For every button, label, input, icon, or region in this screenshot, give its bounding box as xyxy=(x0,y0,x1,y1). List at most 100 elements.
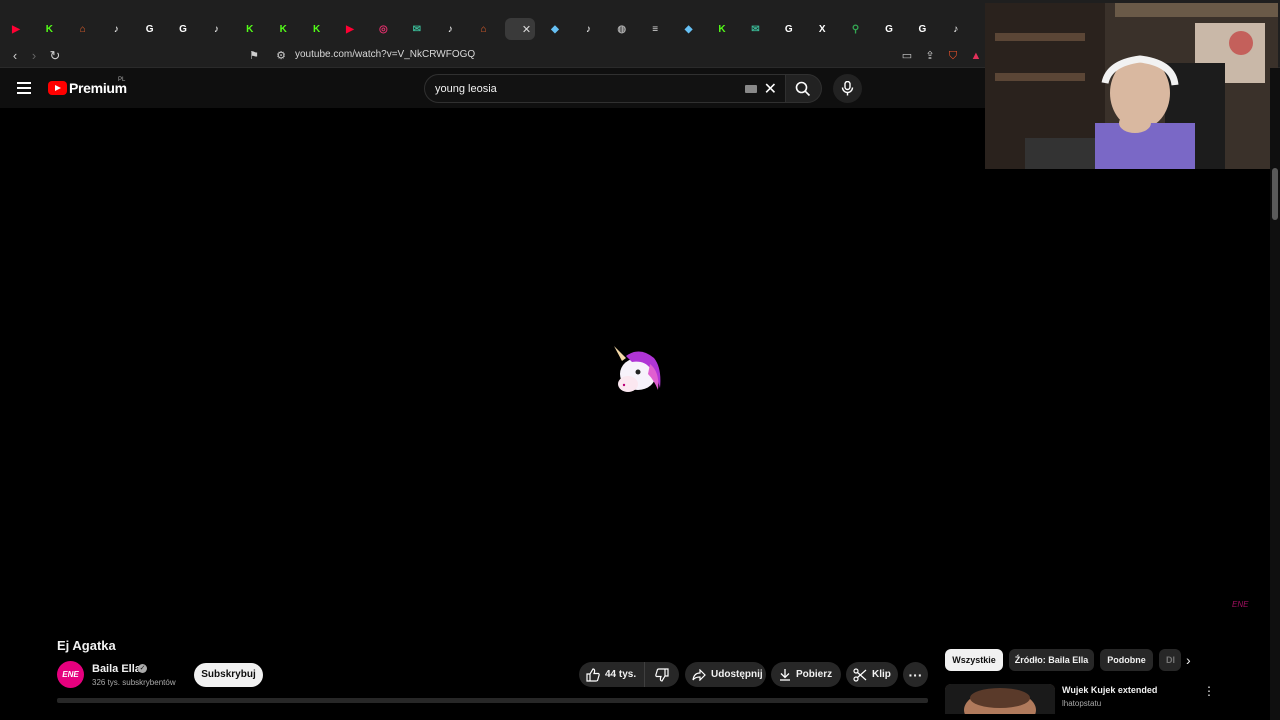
browser-tab[interactable]: K xyxy=(37,18,61,40)
like-count: 44 tys. xyxy=(605,669,637,680)
search-input[interactable]: young leosia xyxy=(435,83,497,95)
clear-search-icon[interactable]: ✕ xyxy=(764,79,777,99)
browser-tab[interactable]: ♪ xyxy=(104,18,128,40)
browser-tab[interactable]: K xyxy=(710,18,734,40)
steam-icon: ◆ xyxy=(684,23,693,35)
browser-tab[interactable]: ▶ xyxy=(338,18,362,40)
browser-tab[interactable]: ♪ xyxy=(944,18,968,40)
page-scrollbar[interactable] xyxy=(1270,68,1280,720)
browser-tab[interactable]: X xyxy=(810,18,834,40)
share-button[interactable]: Udostępnij xyxy=(685,662,766,687)
chip-all[interactable]: Wszystkie xyxy=(945,649,1003,671)
bookmark-icon[interactable]: ⚑ xyxy=(247,49,261,63)
browser-tab[interactable]: ▶ xyxy=(4,18,28,40)
channel-name[interactable]: Baila Ella xyxy=(92,663,141,675)
browser-tab[interactable]: ✉ xyxy=(405,18,429,40)
subscribe-button[interactable]: Subskrybuj xyxy=(194,663,263,687)
recommendation-thumbnail[interactable] xyxy=(945,684,1055,714)
browser-tab[interactable]: ✕ xyxy=(505,18,535,40)
search-button[interactable] xyxy=(786,74,822,103)
thumbs-down-icon xyxy=(655,667,669,682)
browser-tab[interactable]: G xyxy=(910,18,934,40)
kick-icon: K xyxy=(718,23,726,35)
site-settings-icon[interactable]: ⚙ xyxy=(274,49,288,63)
chip-related[interactable]: Podobne xyxy=(1100,649,1153,671)
google-icon: G xyxy=(179,23,187,35)
clip-label: Klip xyxy=(872,669,891,680)
browser-tab[interactable]: G xyxy=(171,18,195,40)
steam-icon: ◆ xyxy=(551,23,559,35)
youtube-icon: ▶ xyxy=(346,23,354,35)
like-button[interactable]: 44 tys. xyxy=(579,662,645,687)
browser-tab[interactable]: K xyxy=(305,18,329,40)
home-icon: ⌂ xyxy=(79,23,86,35)
browser-tab[interactable]: G xyxy=(138,18,162,40)
browser-tab[interactable]: ✉ xyxy=(743,18,767,40)
clip-button[interactable]: Klip xyxy=(846,662,898,687)
recommendation-title[interactable]: Wujek Kujek extended xyxy=(1062,685,1157,695)
instagram-icon: ◎ xyxy=(379,23,388,35)
tiktok-icon: ♪ xyxy=(585,23,591,35)
chip-more[interactable]: Dl xyxy=(1159,649,1181,671)
browser-tab[interactable]: ⌂ xyxy=(472,18,496,40)
browser-tab[interactable]: ♪ xyxy=(576,18,600,40)
browser-tab[interactable]: K xyxy=(238,18,262,40)
browser-tab[interactable]: ◆ xyxy=(677,18,701,40)
database-icon: ≡ xyxy=(652,23,659,35)
google-icon: G xyxy=(784,23,793,35)
chevron-right-icon[interactable]: › xyxy=(1186,652,1191,668)
chat-icon: ✉ xyxy=(751,23,760,35)
youtube-logo-icon[interactable] xyxy=(48,81,67,95)
rewards-icon[interactable]: ▲ xyxy=(969,49,983,63)
download-button[interactable]: Pobierz xyxy=(771,662,841,687)
search-box[interactable]: young leosia ✕ xyxy=(424,74,786,103)
channel-avatar[interactable]: ENE xyxy=(57,661,84,688)
cast-icon[interactable]: ▭ xyxy=(900,49,914,63)
microphone-icon xyxy=(841,81,854,96)
scissors-icon xyxy=(853,667,867,682)
more-actions-button[interactable]: ··· xyxy=(903,662,928,687)
kick-icon: K xyxy=(246,23,254,35)
keyboard-icon[interactable] xyxy=(745,85,757,93)
more-vert-icon[interactable]: ⋮ xyxy=(1203,684,1215,698)
streamer-webcam-image xyxy=(985,3,1278,169)
home-icon: ⌂ xyxy=(480,23,487,35)
browser-tab[interactable]: G xyxy=(877,18,901,40)
brave-shield-icon[interactable]: ⛉ xyxy=(946,49,960,63)
back-icon[interactable]: ‹ xyxy=(7,48,23,64)
video-title: Ej Agatka xyxy=(57,638,116,653)
menu-icon[interactable] xyxy=(17,82,31,94)
browser-tab[interactable]: ◆ xyxy=(543,18,567,40)
tiktok-icon: ♪ xyxy=(213,23,219,35)
thumbs-up-icon xyxy=(586,667,600,682)
scrollbar-thumb[interactable] xyxy=(1272,168,1278,220)
unicorn-icon xyxy=(614,346,661,392)
browser-tab[interactable]: ◎ xyxy=(371,18,395,40)
browser-tab[interactable]: ◍ xyxy=(610,18,634,40)
browser-tab[interactable]: G xyxy=(777,18,801,40)
chip-source-channel[interactable]: Źródło: Baila Ella xyxy=(1009,649,1094,671)
tiktok-icon: ♪ xyxy=(113,23,119,35)
google-icon: G xyxy=(145,23,154,35)
dislike-button[interactable] xyxy=(645,662,679,687)
share-icon[interactable]: ⇪ xyxy=(923,49,937,63)
kick-icon: K xyxy=(279,23,287,35)
google-icon: G xyxy=(918,23,927,35)
reload-icon[interactable]: ↻ xyxy=(47,48,63,64)
browser-tab[interactable]: ⌂ xyxy=(71,18,95,40)
video-player[interactable]: ENE xyxy=(0,108,1270,630)
browser-tab[interactable]: ⚲ xyxy=(844,18,868,40)
webcam-overlay xyxy=(985,3,1278,169)
browser-tab[interactable]: K xyxy=(271,18,295,40)
close-icon[interactable]: ✕ xyxy=(522,23,531,36)
browser-tab[interactable]: ≡ xyxy=(643,18,667,40)
download-icon xyxy=(780,669,790,681)
google-icon: G xyxy=(885,23,893,35)
url-field[interactable]: youtube.com/watch?v=V_NkCRWFOGQ xyxy=(295,49,475,60)
active-tab-icon xyxy=(509,24,520,35)
browser-tab[interactable]: ♪ xyxy=(204,18,228,40)
browser-tab[interactable]: ♪ xyxy=(438,18,462,40)
forward-icon[interactable]: › xyxy=(26,48,42,64)
voice-search-button[interactable] xyxy=(833,74,862,103)
tiktok-icon: ♪ xyxy=(953,23,959,35)
